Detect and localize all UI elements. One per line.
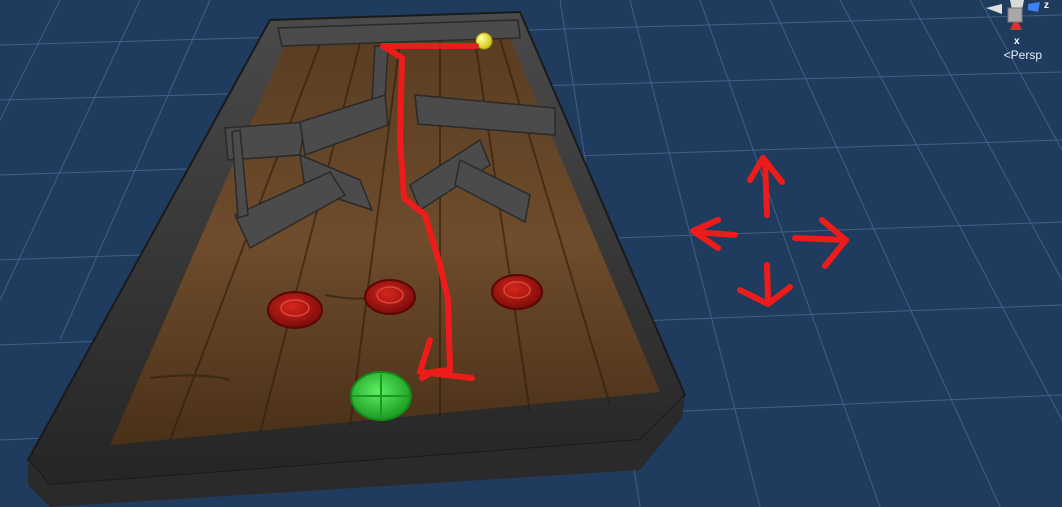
- maze-board[interactable]: [26, 10, 687, 507]
- persp-arrows-icon: <: [1003, 48, 1011, 62]
- red-target-middle: [364, 279, 416, 315]
- arrow-up: [747, 155, 785, 218]
- gizmo-z-cone-icon[interactable]: [1028, 2, 1040, 12]
- projection-label: Persp: [1010, 48, 1042, 62]
- red-target-right: [491, 274, 543, 310]
- arrow-right: [792, 217, 849, 269]
- gizmo-x-label: x: [1014, 36, 1020, 47]
- scene-canvas[interactable]: [0, 0, 1062, 507]
- projection-toggle[interactable]: <Persp: [1004, 48, 1042, 62]
- gizmo-neg-x-cone-icon[interactable]: [986, 4, 1002, 14]
- arrow-down: [737, 262, 793, 307]
- gizmo-z-label: z: [1044, 0, 1049, 11]
- scene-view[interactable]: x z <Persp: [0, 0, 1062, 507]
- arrow-left: [690, 217, 738, 251]
- gizmo-center-cube-icon[interactable]: [1007, 7, 1023, 23]
- red-target-left: [267, 291, 323, 329]
